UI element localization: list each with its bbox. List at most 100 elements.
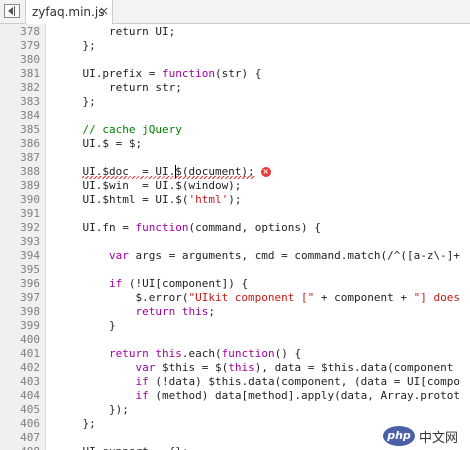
code-line[interactable]: 385 // cache jQuery	[0, 123, 470, 137]
code-token: "UIkit component ["	[188, 291, 315, 304]
close-icon[interactable]: ×	[99, 4, 109, 18]
code-line[interactable]: 405 });	[0, 403, 470, 417]
code-token: "] does	[413, 291, 460, 304]
code-line[interactable]: 399 }	[0, 319, 470, 333]
code-text: };	[56, 95, 95, 109]
code-text: }	[56, 319, 116, 333]
code-line[interactable]: 379 };	[0, 39, 470, 53]
line-number: 390	[20, 193, 40, 206]
code-line[interactable]: 404 if (method) data[method].apply(data,…	[0, 389, 470, 403]
line-number: 395	[20, 263, 40, 276]
code-token: (method) data[method].apply(data, Array.…	[148, 389, 460, 402]
code-token: UI.prefix =	[56, 67, 162, 80]
code-token: var	[108, 249, 129, 262]
line-number: 381	[20, 67, 40, 80]
code-token: function	[161, 67, 215, 80]
line-number: 408	[0, 445, 40, 450]
code-token: return str;	[56, 81, 182, 94]
code-token: UI.$html = UI.$(	[56, 193, 189, 206]
code-line[interactable]: 395	[0, 263, 470, 277]
code-token: + component +	[314, 291, 414, 304]
code-token: UI.$ = $;	[56, 137, 143, 150]
code-text: var $this = $(this), data = $this.data(c…	[56, 361, 453, 375]
code-editor[interactable]: 378 return UI; 379 }; 380 381 UI.prefix = f…	[0, 24, 470, 450]
code-line[interactable]: 401 return this.each(function() {	[0, 347, 470, 361]
code-line[interactable]: 378 return UI;	[0, 25, 470, 39]
line-number: 407	[20, 431, 40, 444]
error-icon[interactable]: ×	[260, 167, 271, 177]
line-number: 404	[20, 389, 40, 402]
code-line[interactable]: 392 UI.fn = function(command, options) {	[0, 221, 470, 235]
code-line[interactable]: 398 return this;	[0, 305, 470, 319]
code-token: if	[135, 389, 149, 402]
code-token: (!UI[component]) {	[122, 277, 249, 290]
code-token: return	[135, 305, 176, 318]
code-token: if	[108, 277, 123, 290]
code-line[interactable]: 380	[0, 53, 470, 67]
code-token: (command, options) {	[188, 221, 321, 234]
code-token: ;	[208, 305, 215, 318]
code-text: UI.fn = function(command, options) {	[56, 221, 321, 235]
code-line[interactable]: 394 var args = arguments, cmd = command.…	[0, 249, 470, 263]
code-token: UI.support = {};	[56, 445, 188, 450]
line-number: 389	[20, 179, 40, 192]
code-line[interactable]: 403 if (!data) $this.data(component, (da…	[0, 375, 470, 389]
code-text: UI.$ = $;	[56, 137, 142, 151]
code-text: if (method) data[method].apply(data, Arr…	[56, 389, 460, 403]
code-text: return str;	[56, 81, 182, 95]
code-line[interactable]: 391	[0, 207, 470, 221]
code-line[interactable]: 388 UI.$doc = UI.$(document); ×	[0, 165, 470, 179]
code-token: };	[56, 39, 96, 52]
code-text: };	[56, 39, 96, 53]
code-line[interactable]: 396 if (!UI[component]) {	[0, 277, 470, 291]
code-token: args = arguments, cmd = command.match(/^…	[128, 249, 460, 262]
line-number: 392	[20, 221, 40, 234]
code-line[interactable]: 382 return str;	[0, 81, 470, 95]
code-line[interactable]: 397 $.error("UIkit component [" + compon…	[0, 291, 470, 305]
code-token: UI.fn =	[56, 221, 136, 234]
code-token: $this = $(	[155, 361, 229, 374]
code-line[interactable]: 400	[0, 333, 470, 347]
line-number: 394	[20, 249, 40, 262]
code-line[interactable]: 383 };	[0, 95, 470, 109]
code-line[interactable]: 384	[0, 109, 470, 123]
line-number: 383	[20, 95, 40, 108]
editor-window: zyfaq.min.js × 378 return UI; 379 }; 380 38…	[0, 0, 470, 450]
code-token: this	[228, 361, 255, 374]
code-token: // cache jQuery	[56, 123, 182, 136]
code-line[interactable]: 390 UI.$html = UI.$('html');	[0, 193, 470, 207]
code-token: (str) {	[214, 67, 262, 80]
text-cursor	[175, 165, 177, 178]
tab-file[interactable]: zyfaq.min.js ×	[25, 0, 113, 24]
code-text: $.error("UIkit component [" + component …	[56, 291, 460, 305]
code-line[interactable]: 389 UI.$win = UI.$(window);	[0, 179, 470, 193]
code-token: 'html'	[188, 193, 229, 206]
code-text: UI.support = {};	[56, 445, 188, 450]
code-token: UI.$win = UI.$(window);	[56, 179, 242, 192]
code-line[interactable]: 387	[0, 151, 470, 165]
code-token: () {	[274, 347, 302, 360]
line-number: 403	[20, 375, 40, 388]
code-text: if (!UI[component]) {	[56, 277, 248, 291]
code-line[interactable]: 386 UI.$ = $;	[0, 137, 470, 151]
code-line[interactable]: 381 UI.prefix = function(str) {	[0, 67, 470, 81]
code-line[interactable]: 402 var $this = $(this), data = $this.da…	[0, 361, 470, 375]
watermark: php 中文网	[383, 425, 467, 447]
code-token: if	[135, 375, 149, 388]
line-number: 406	[20, 417, 40, 430]
code-line[interactable]: 393	[0, 235, 470, 249]
code-text: if (!data) $this.data(component, (data =…	[56, 375, 460, 389]
code-text: // cache jQuery	[56, 123, 182, 137]
line-number: 401	[20, 347, 40, 360]
code-token: return	[108, 347, 149, 360]
line-number: 396	[20, 277, 40, 290]
line-number: 405	[20, 403, 40, 416]
sidebar-toggle-icon[interactable]	[4, 4, 20, 18]
code-token: .each(	[181, 347, 222, 360]
watermark-text: 中文网	[419, 431, 459, 446]
